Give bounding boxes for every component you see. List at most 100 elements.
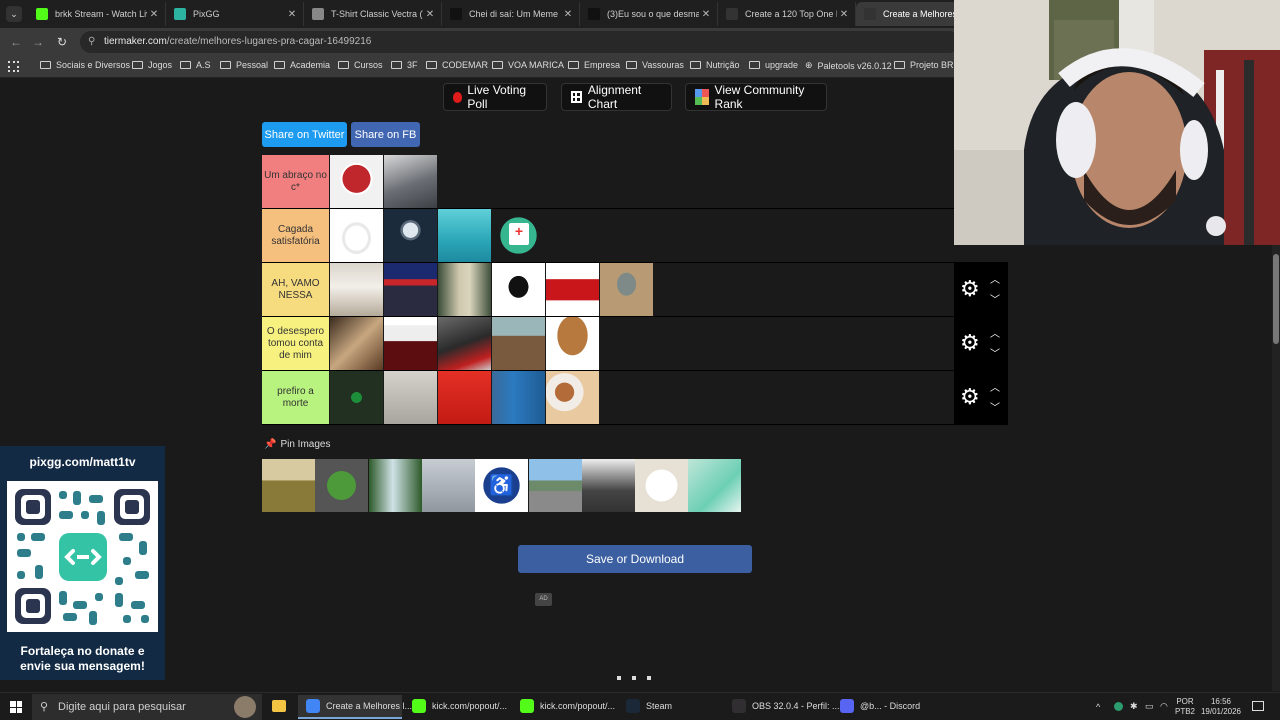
bookmark-item[interactable]: Sociais e Diversos: [40, 60, 130, 70]
tier-item-sink[interactable]: [600, 263, 653, 316]
pinned-item-accessible-restroom[interactable]: ♿: [475, 459, 529, 512]
tier-item-cinema[interactable]: [384, 317, 437, 370]
bookmark-item[interactable]: upgrade: [749, 60, 798, 70]
bookmark-item[interactable]: Jogos: [132, 60, 172, 70]
tier-item-porta-potty[interactable]: [492, 371, 545, 424]
tier-label[interactable]: O desespero tomou conta de mim: [262, 317, 329, 370]
browser-tab[interactable]: brkk Stream - Watch Live ✕: [28, 2, 166, 26]
pinned-item-waterfall[interactable]: [368, 459, 422, 512]
chevron-down-icon[interactable]: ﹀: [988, 399, 1002, 414]
chevron-down-icon[interactable]: ﹀: [988, 291, 1002, 306]
close-icon[interactable]: ✕: [147, 9, 161, 20]
tier-item-round-table[interactable]: [546, 317, 599, 370]
close-icon[interactable]: ✕: [837, 9, 851, 20]
tier-item-office-chair[interactable]: [438, 317, 491, 370]
url-field[interactable]: ⚲ tiermaker.com/create/melhores-lugares-p…: [80, 31, 960, 53]
tier-item-man-back[interactable]: [384, 371, 437, 424]
taskbar-app[interactable]: OBS 32.0.4 - Perfil: ...: [724, 695, 840, 719]
apps-grid-icon[interactable]: [8, 61, 19, 72]
tier-label[interactable]: Um abraço no c*: [262, 155, 329, 208]
tier-item-beach[interactable]: [438, 209, 491, 262]
clock[interactable]: 16:56 19/01/2026: [1196, 697, 1246, 717]
windows-start-icon[interactable]: [10, 701, 22, 713]
pinned-item-stadium[interactable]: [315, 459, 369, 512]
tier-label[interactable]: Cagada satisfatória: [262, 209, 329, 262]
browser-tab[interactable]: PixGG ✕: [166, 2, 304, 26]
chevron-up-icon[interactable]: ︿: [988, 271, 1002, 286]
back-icon[interactable]: ←: [8, 34, 24, 50]
tier-item-gas-station[interactable]: [384, 263, 437, 316]
bookmark-item[interactable]: ⊕ Paletools v26.0.12: [805, 60, 892, 71]
taskbar-app[interactable]: kick.com/popout/...: [512, 695, 616, 719]
tier-item-toilet[interactable]: [330, 209, 383, 262]
bookmark-item[interactable]: Academia: [274, 60, 330, 70]
tray-app-icon[interactable]: [1114, 702, 1123, 711]
pinned-item-classroom[interactable]: [262, 459, 315, 512]
taskbar-app[interactable]: Steam: [618, 695, 722, 719]
forward-icon[interactable]: →: [30, 34, 46, 50]
tier-item-cupcakes[interactable]: [546, 371, 599, 424]
browser-tab[interactable]: (3)Eu sou o que desmaia ✕: [580, 2, 718, 26]
tier-item-restaurant[interactable]: [330, 317, 383, 370]
bookmark-item[interactable]: 3F: [391, 60, 418, 70]
taskbar-app[interactable]: kick.com/popout/...: [404, 695, 508, 719]
reload-icon[interactable]: ↻: [54, 34, 70, 50]
tier-item-hallway[interactable]: [438, 263, 491, 316]
share-twitter-button[interactable]: Share on Twitter: [262, 122, 347, 147]
bookmark-item[interactable]: Empresa: [568, 60, 620, 70]
taskbar-search-box[interactable]: ⚲ Digite aqui para pesquisar: [32, 694, 262, 720]
tier-item-bed[interactable]: [330, 263, 383, 316]
gear-icon[interactable]: ⚙: [960, 386, 980, 408]
file-explorer-icon[interactable]: [272, 700, 286, 712]
tier-item-gaming-chair[interactable]: [492, 263, 545, 316]
live-voting-button[interactable]: Live Voting Poll: [443, 83, 547, 111]
bookmark-item[interactable]: Vassouras: [626, 60, 684, 70]
community-rank-button[interactable]: View Community Rank: [685, 83, 827, 111]
browser-tab[interactable]: Chei di saí: Um Meme Eng✕: [442, 2, 580, 26]
site-info-icon[interactable]: ⚲: [88, 31, 95, 53]
taskbar-app[interactable]: @b... - Discord: [832, 695, 936, 719]
taskbar-app[interactable]: Create a Melhores l...: [298, 695, 412, 719]
chevron-up-icon[interactable]: ︿: [988, 379, 1002, 394]
browser-tab[interactable]: Create a 120 Top One Pie✕: [718, 2, 856, 26]
tray-network-icon[interactable]: ✱: [1130, 701, 1138, 711]
share-fb-button[interactable]: Share on FB: [351, 122, 420, 147]
close-icon[interactable]: ✕: [285, 9, 299, 20]
notifications-icon[interactable]: [1252, 701, 1264, 711]
browser-tab[interactable]: T-Shirt Classic Vectra (Vec✕: [304, 2, 442, 26]
scrollbar-thumb[interactable]: [1273, 254, 1279, 344]
bookmark-item[interactable]: Pessoal: [220, 60, 268, 70]
tier-item-stressed-man[interactable]: [384, 155, 437, 208]
chevron-down-icon[interactable]: ﹀: [988, 345, 1002, 360]
chevron-up-icon[interactable]: ︿: [988, 325, 1002, 340]
language-indicator[interactable]: POR PTB2: [1172, 697, 1198, 717]
tray-monitor-icon[interactable]: ▭: [1145, 701, 1154, 711]
pinned-item-bus[interactable]: [581, 459, 635, 512]
bookmark-item[interactable]: A.S: [180, 60, 211, 70]
tray-overflow-icon[interactable]: ^: [1096, 702, 1100, 712]
alignment-chart-button[interactable]: Alignment Chart: [561, 83, 672, 111]
close-icon[interactable]: ✕: [423, 9, 437, 20]
close-icon[interactable]: ✕: [699, 9, 713, 20]
tier-item-shower[interactable]: [384, 209, 437, 262]
save-download-button[interactable]: Save or Download: [518, 545, 752, 573]
bookmark-item[interactable]: Nutrição: [690, 60, 740, 70]
tier-item-court[interactable]: [492, 317, 545, 370]
close-icon[interactable]: ✕: [561, 9, 575, 20]
tier-item-soldier[interactable]: [330, 371, 383, 424]
tier-item-red-car[interactable]: [546, 263, 599, 316]
pinned-item-street[interactable]: [528, 459, 582, 512]
tier-label[interactable]: AH, VAMO NESSA: [262, 263, 329, 316]
pinned-item-diaper[interactable]: [688, 459, 742, 512]
bookmark-item[interactable]: Cursos: [338, 60, 383, 70]
tier-item-graal-logo[interactable]: [330, 155, 383, 208]
gear-icon[interactable]: ⚙: [960, 332, 980, 354]
tab-list-dropdown[interactable]: ⌄: [6, 6, 22, 22]
bookmark-item[interactable]: CODEMAR: [426, 60, 488, 70]
pinned-item-airplane[interactable]: [421, 459, 475, 512]
tier-item-plastic-chair[interactable]: [438, 371, 491, 424]
tier-item-hospital[interactable]: +: [492, 209, 545, 262]
pinned-item-bidet-seat[interactable]: [635, 459, 689, 512]
gear-icon[interactable]: ⚙: [960, 278, 980, 300]
bookmark-item[interactable]: VOA MARICA: [492, 60, 564, 70]
